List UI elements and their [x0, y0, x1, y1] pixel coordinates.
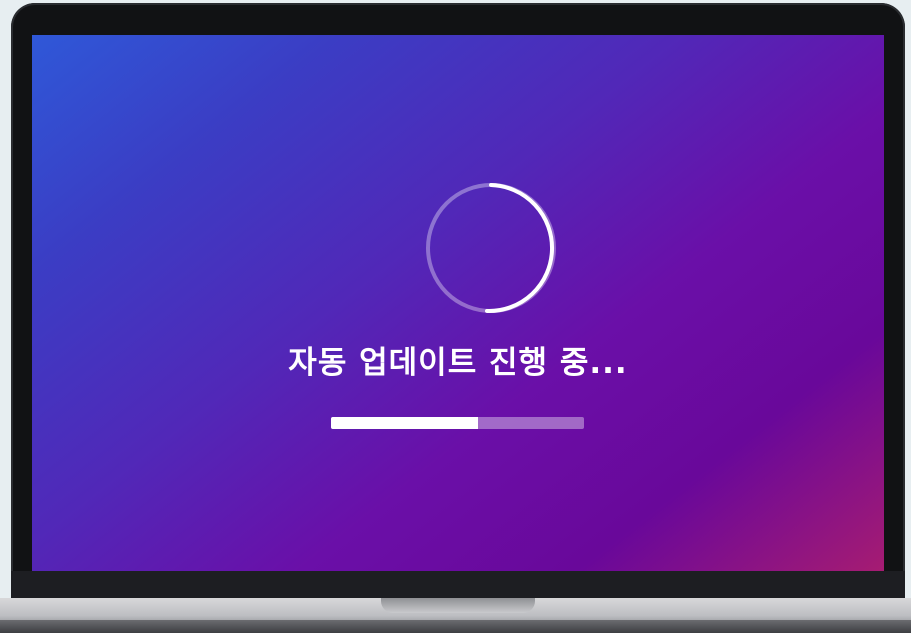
loading-spinner-icon	[426, 183, 556, 314]
update-progress-fill	[331, 417, 478, 429]
laptop-notch	[381, 598, 535, 613]
laptop-base-bottom	[0, 620, 911, 633]
update-status-text: 자동 업데이트 진행 중...	[288, 345, 628, 381]
laptop-scene: 자동 업데이트 진행 중...	[0, 0, 911, 633]
update-progress-bar	[331, 417, 584, 429]
update-screen: 자동 업데이트 진행 중...	[32, 35, 884, 571]
laptop-chin	[11, 571, 905, 598]
